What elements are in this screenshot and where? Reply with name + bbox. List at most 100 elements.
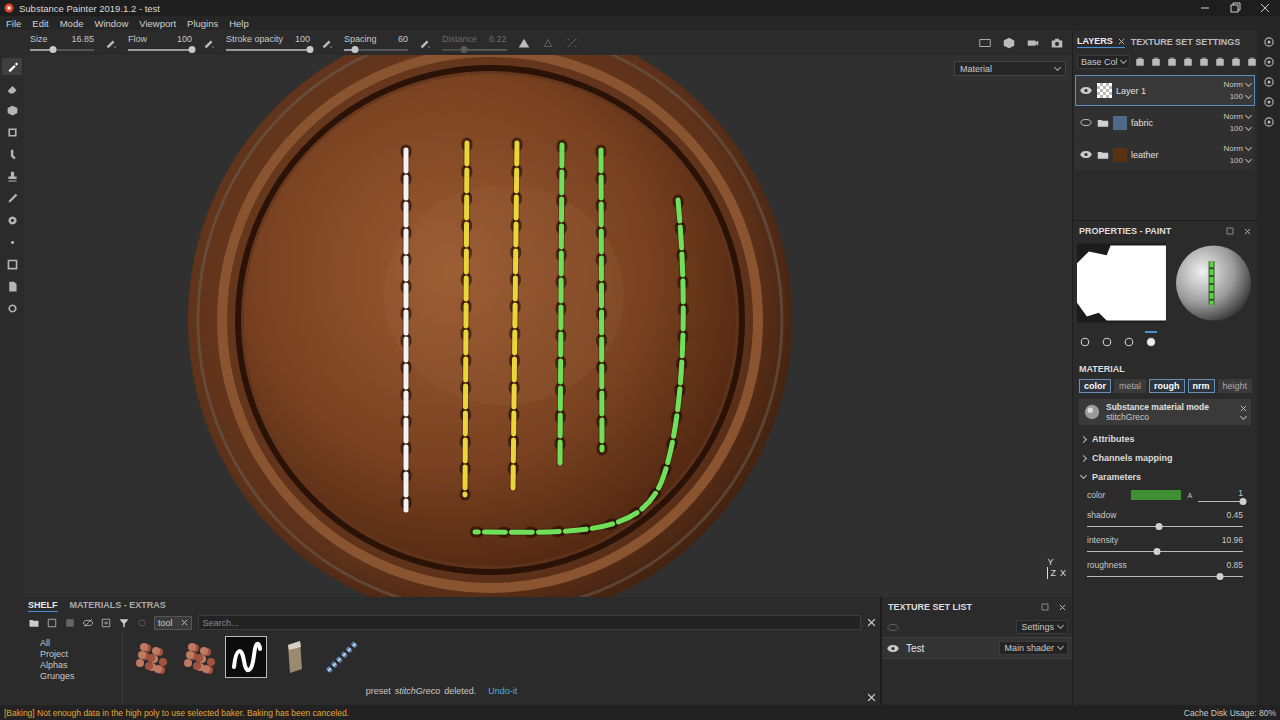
alpha-slider[interactable] [1198, 501, 1243, 502]
tool-button[interactable] [2, 80, 22, 97]
close-icon[interactable] [181, 619, 188, 626]
eye-icon[interactable] [1079, 150, 1093, 159]
shader-dropdown[interactable]: Main shader [999, 641, 1068, 655]
alpha-value[interactable]: 1 [1238, 488, 1243, 498]
parameter-value[interactable]: 10.96 [1222, 535, 1243, 545]
channel-toggle[interactable]: rough [1149, 379, 1185, 393]
shelf-item[interactable] [321, 636, 363, 678]
close-window-icon[interactable] [1250, 0, 1280, 16]
shelf-item[interactable] [129, 636, 171, 678]
tool-button[interactable] [2, 58, 22, 75]
menu-item[interactable]: Edit [32, 18, 48, 29]
tool-button[interactable] [2, 146, 22, 163]
tool-button[interactable] [2, 190, 22, 207]
tool-button[interactable] [2, 124, 22, 141]
slider-knob[interactable] [50, 46, 57, 53]
slider-value[interactable]: 60 [398, 34, 408, 44]
menu-item[interactable]: Help [229, 18, 249, 29]
blend-mode-dropdown[interactable]: Norm [1223, 80, 1251, 89]
layer-row[interactable]: Layer 1Norm100 [1075, 75, 1255, 106]
shelf-tab[interactable]: SHELF [28, 600, 58, 612]
close-panel-icon[interactable] [1059, 604, 1066, 611]
menu-item[interactable]: Plugins [187, 18, 218, 29]
channel-toggle[interactable]: color [1079, 379, 1111, 393]
viewport-mode-dropdown[interactable]: Material [954, 61, 1066, 76]
parameter-slider[interactable] [1087, 526, 1243, 527]
parameter-value[interactable]: 0.85 [1226, 560, 1243, 570]
panel-tab[interactable]: LAYERS [1077, 36, 1125, 48]
shelf-search-input[interactable] [198, 615, 861, 630]
slider-track[interactable] [442, 49, 507, 51]
mask-icon[interactable] [1182, 56, 1194, 68]
panel-tab[interactable]: TEXTURE SET SETTINGS [1131, 36, 1241, 48]
pressure-icon[interactable] [202, 36, 216, 50]
menu-item[interactable]: Mode [60, 18, 84, 29]
layer-row[interactable]: leatherNorm100 [1075, 139, 1255, 170]
slider-value[interactable]: 100 [177, 34, 192, 44]
minimize-icon[interactable] [1190, 0, 1220, 16]
tool-button[interactable] [2, 256, 22, 273]
opacity-dropdown[interactable]: 100 [1230, 156, 1251, 165]
tool-slider[interactable]: Flow100 [128, 34, 192, 51]
shelf-category[interactable]: Project [40, 649, 122, 659]
delete-icon[interactable] [1246, 56, 1258, 68]
parameter-value[interactable]: 0.45 [1226, 510, 1243, 520]
slider-knob[interactable] [1216, 573, 1223, 580]
pressure-icon[interactable] [104, 36, 118, 50]
shelf-category[interactable]: All [40, 638, 122, 648]
material-dropdown-icon[interactable] [1240, 413, 1247, 420]
history-icon[interactable] [1263, 76, 1275, 88]
viewport[interactable]: MaterialYZX [24, 55, 1072, 597]
shader-icon[interactable] [1263, 116, 1275, 128]
channel-toggle[interactable]: height [1218, 379, 1253, 393]
pressure-icon[interactable] [320, 36, 334, 50]
slider-value[interactable]: 16.85 [71, 34, 94, 44]
tool-button[interactable] [2, 102, 22, 119]
parameter-slider[interactable] [1087, 576, 1243, 577]
properties-tab[interactable] [1145, 331, 1157, 350]
slider-knob[interactable] [351, 46, 358, 53]
screenshot-icon[interactable] [1050, 36, 1064, 50]
tool-slider[interactable]: Stroke opacity100 [226, 34, 310, 51]
layer-row[interactable]: fabricNorm100 [1075, 107, 1255, 138]
filter-icon[interactable] [118, 617, 130, 629]
tool-button[interactable] [2, 278, 22, 295]
property-group[interactable]: Channels mapping [1073, 448, 1257, 467]
property-group[interactable]: Attributes [1073, 429, 1257, 448]
tool-button[interactable] [2, 212, 22, 229]
slider-value[interactable]: 6.22 [489, 34, 507, 44]
slider-track[interactable] [128, 49, 192, 51]
hide-icon[interactable] [82, 617, 94, 629]
properties-tab[interactable] [1079, 331, 1091, 350]
lazy-mouse-icon[interactable] [541, 36, 555, 50]
shelf-category[interactable]: Grunges [40, 671, 122, 681]
slider-knob[interactable] [307, 46, 314, 53]
symmetry-icon[interactable] [517, 36, 531, 50]
tool-button[interactable] [2, 300, 22, 317]
pressure-icon[interactable] [418, 36, 432, 50]
eye-icon[interactable] [886, 644, 900, 653]
color-swatch[interactable] [1131, 490, 1181, 500]
shelf-category[interactable]: Alphas [40, 660, 122, 670]
shelf-tab[interactable]: MATERIALS - EXTRAS [70, 600, 166, 612]
effects-icon[interactable] [1134, 56, 1146, 68]
close-tab-icon[interactable] [1118, 38, 1125, 45]
slider-track[interactable] [30, 49, 94, 51]
new-shelf-icon[interactable] [46, 617, 58, 629]
channel-toggle[interactable]: nrm [1188, 379, 1215, 393]
slider-knob[interactable] [189, 46, 196, 53]
save-icon[interactable] [64, 617, 76, 629]
eye-icon[interactable] [886, 623, 900, 632]
shelf-item[interactable] [177, 636, 219, 678]
slider-value[interactable]: 100 [295, 34, 310, 44]
material-slot[interactable]: Substance material modestitchGreco [1079, 399, 1251, 425]
view-2d-icon[interactable] [978, 36, 992, 50]
clear-search-icon[interactable] [867, 618, 876, 627]
menu-item[interactable]: Viewport [139, 18, 176, 29]
view-3d-icon[interactable] [1002, 36, 1016, 50]
properties-tab[interactable] [1101, 331, 1113, 350]
tool-slider[interactable]: Spacing60 [344, 34, 408, 51]
log-icon[interactable] [1263, 96, 1275, 108]
fill-layer-icon[interactable] [1198, 56, 1210, 68]
search-mode-icon[interactable] [136, 617, 148, 629]
